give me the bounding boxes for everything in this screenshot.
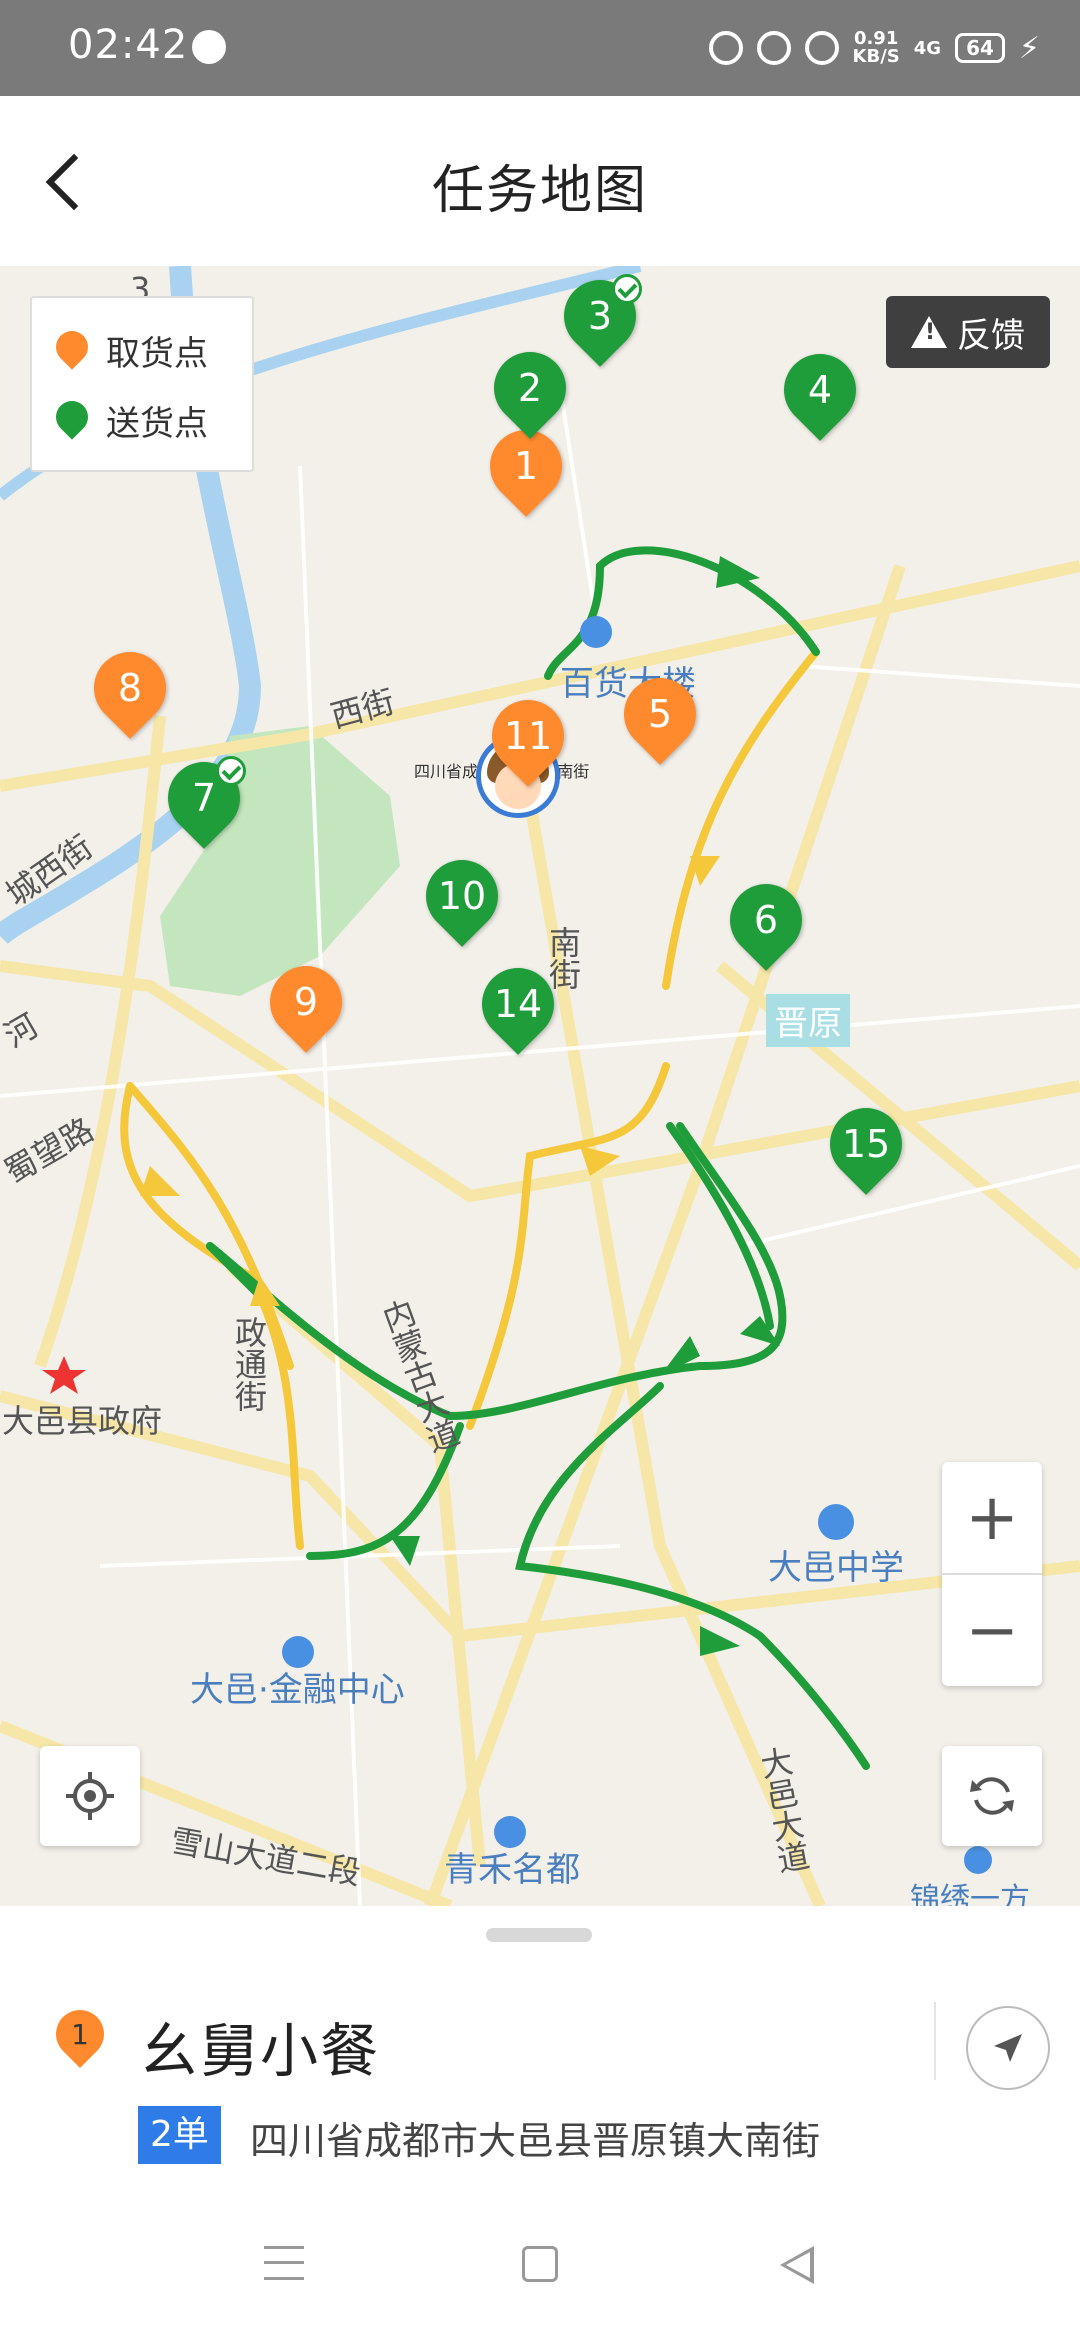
- globe-icon: [192, 30, 226, 64]
- charging-icon: ⚡: [1018, 30, 1040, 66]
- pin-number: 9: [293, 980, 319, 1024]
- task-detail-sheet[interactable]: 1 幺舅小餐 2单 四川省成都市大邑县晋原镇大南街: [0, 1906, 1080, 2208]
- delivery-pin-icon: [54, 399, 90, 443]
- zoom-control: + −: [942, 1462, 1042, 1686]
- pin-number: 10: [437, 874, 487, 918]
- pin-number: 2: [517, 366, 543, 410]
- map-label-xianzhengfu: 大邑县政府: [2, 1402, 163, 1440]
- pin-number: 1: [513, 444, 539, 488]
- alarm-icon: [756, 31, 791, 65]
- map-pin-3[interactable]: 3: [549, 266, 651, 376]
- map-pin-10[interactable]: 10: [411, 845, 513, 956]
- map-pin-7[interactable]: 7: [153, 747, 255, 858]
- map-view[interactable]: 3 西街 城西街 河 南街 蜀望路 政通街 内蒙古大道 大邑县政府 百货大楼 晋…: [0, 266, 1080, 1906]
- sheet-drag-handle[interactable]: [486, 1928, 592, 1942]
- refresh-icon: [970, 1777, 1014, 1815]
- zoom-in-button[interactable]: +: [942, 1462, 1042, 1573]
- map-pin-9[interactable]: 9: [255, 951, 357, 1062]
- map-label-dayizhongxue: 大邑中学: [768, 1548, 904, 1588]
- legend-delivery: 送货点: [54, 396, 208, 445]
- map-pin-6[interactable]: 6: [715, 869, 817, 980]
- pickup-pin-icon: [54, 329, 90, 373]
- map-pin-2[interactable]: 2: [479, 337, 581, 448]
- location-icon: [804, 31, 839, 65]
- headset-icon: [708, 31, 743, 65]
- pin-number: 4: [807, 368, 833, 412]
- pin-number: 11: [503, 714, 553, 758]
- navigation-arrow-icon: [994, 2034, 1022, 2062]
- legend-delivery-label: 送货点: [106, 404, 208, 444]
- divider: [934, 2002, 936, 2080]
- app-root: 02:42 0.91 KB/S 4G 64 ⚡ 任务地图 3 西街 城西街 河 …: [0, 0, 1080, 2340]
- map-label-jinyuan: 晋原: [766, 994, 850, 1047]
- navigate-button[interactable]: [966, 2006, 1050, 2090]
- feedback-label: 反馈: [957, 315, 1025, 356]
- page-title: 任务地图: [431, 161, 648, 221]
- map-pin-14[interactable]: 14: [467, 953, 569, 1064]
- map-label-zhengtongjie: 政通街: [230, 1316, 268, 1412]
- legend-pickup-label: 取货点: [106, 334, 208, 374]
- map-legend: 取货点 送货点: [30, 296, 254, 472]
- crosshair-icon: [66, 1772, 114, 1820]
- back-triangle-icon[interactable]: [780, 2246, 814, 2284]
- task-index: 1: [71, 2018, 89, 2051]
- home-icon[interactable]: [522, 2246, 558, 2282]
- map-pin-15[interactable]: 15: [815, 1093, 917, 1204]
- net-speed-unit: KB/S: [852, 46, 900, 67]
- pin-number: 5: [647, 692, 673, 736]
- battery-icon: 64: [955, 33, 1005, 63]
- map-pin-8[interactable]: 8: [79, 637, 181, 748]
- status-bar: 02:42 0.91 KB/S 4G 64 ⚡: [0, 0, 1080, 96]
- map-pin-5[interactable]: 5: [609, 663, 711, 774]
- pin-number: 15: [841, 1122, 891, 1166]
- system-nav-bar: [0, 2194, 1080, 2340]
- net-speed: 0.91 KB/S: [853, 30, 900, 66]
- refresh-button[interactable]: [942, 1746, 1042, 1846]
- shop-name: 幺舅小餐: [140, 2017, 381, 2085]
- signal-icon: 4G: [913, 37, 942, 59]
- map-pin-4[interactable]: 4: [769, 339, 871, 450]
- status-time: 02:42: [68, 22, 189, 68]
- pin-number: 6: [753, 898, 779, 942]
- menu-icon[interactable]: [264, 2246, 304, 2280]
- zoom-out-button[interactable]: −: [942, 1575, 1042, 1686]
- shop-address: 四川省成都市大邑县晋原镇大南街: [250, 2119, 821, 2163]
- feedback-button[interactable]: 反馈: [886, 296, 1050, 368]
- map-pin-11[interactable]: 11: [477, 685, 579, 796]
- completed-check-icon: [612, 274, 642, 304]
- map-label-jinxiu: 锦绣一方: [910, 1882, 1030, 1906]
- completed-check-icon: [216, 756, 246, 786]
- app-header: 任务地图: [0, 96, 1080, 266]
- map-label-jinrongzhongxin: 大邑·金融中心: [190, 1670, 405, 1710]
- locate-button[interactable]: [40, 1746, 140, 1846]
- pin-number: 14: [493, 982, 543, 1026]
- legend-pickup: 取货点: [54, 326, 208, 375]
- order-count-badge: 2单: [138, 2106, 221, 2164]
- pin-number: 8: [117, 666, 143, 710]
- status-icons: 0.91 KB/S 4G 64 ⚡: [708, 24, 1040, 72]
- warning-icon: [911, 316, 947, 348]
- map-label-qinghe: 青禾名都: [444, 1850, 580, 1890]
- task-index-pin-icon: 1: [54, 2008, 108, 2074]
